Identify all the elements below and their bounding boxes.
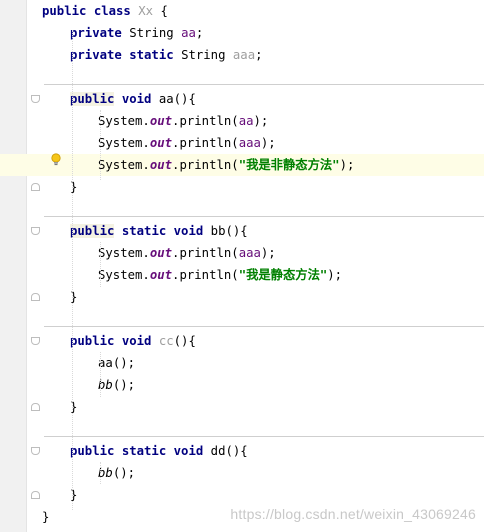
code-token: } bbox=[42, 510, 50, 524]
code-line[interactable]: } bbox=[26, 176, 484, 198]
code-token: .println( bbox=[172, 158, 239, 172]
code-token: public bbox=[70, 224, 115, 238]
code-token: String bbox=[181, 48, 233, 62]
editor-gutter bbox=[0, 0, 27, 532]
code-line[interactable]: public void aa(){ bbox=[26, 88, 484, 110]
method-separator bbox=[44, 84, 484, 85]
fold-end-icon[interactable] bbox=[31, 491, 40, 499]
code-token: dd bbox=[210, 444, 226, 458]
code-token: .println( bbox=[172, 136, 239, 150]
method-separator bbox=[44, 436, 484, 437]
code-token: .println( bbox=[172, 114, 239, 128]
code-token: ); bbox=[260, 246, 276, 260]
code-token: aa bbox=[238, 114, 254, 128]
code-token: private bbox=[70, 26, 130, 40]
code-token: out bbox=[149, 136, 173, 150]
indent-guide bbox=[72, 30, 73, 510]
code-editor[interactable]: public class Xx {private String aa; priva… bbox=[0, 0, 484, 532]
code-token: Xx bbox=[138, 4, 154, 18]
code-token: out bbox=[149, 114, 173, 128]
code-token: ); bbox=[327, 268, 343, 282]
code-token: { bbox=[153, 4, 168, 18]
code-token: .println( bbox=[172, 268, 239, 282]
code-token: out bbox=[149, 246, 173, 260]
code-token: public class bbox=[42, 4, 139, 18]
code-line[interactable]: System.out.println("我是静态方法"); bbox=[26, 264, 484, 286]
code-token: (); bbox=[112, 466, 136, 480]
watermark-url: https://blog.csdn.net/weixin_43069246 bbox=[230, 506, 476, 522]
code-token: aaa bbox=[238, 246, 261, 260]
code-token: static void bbox=[114, 224, 211, 238]
code-token: bb bbox=[210, 224, 226, 238]
code-token: out bbox=[149, 158, 173, 172]
code-token: "我是静态方法" bbox=[238, 268, 328, 282]
code-token: aaa bbox=[232, 48, 256, 62]
code-token: public bbox=[70, 92, 115, 106]
code-token: String bbox=[129, 26, 182, 40]
fold-collapse-icon[interactable] bbox=[31, 337, 40, 345]
lightbulb-icon[interactable] bbox=[50, 153, 62, 166]
fold-end-icon[interactable] bbox=[31, 403, 40, 411]
fold-collapse-icon[interactable] bbox=[31, 447, 40, 455]
code-token: (); bbox=[112, 378, 136, 392]
code-token: (); bbox=[112, 356, 136, 370]
code-token: (){ bbox=[225, 444, 248, 458]
method-separator bbox=[44, 326, 484, 327]
code-token: public void bbox=[70, 334, 159, 348]
code-token: out bbox=[149, 268, 173, 282]
code-token: (){ bbox=[225, 224, 248, 238]
code-line[interactable]: System.out.println(aaa); bbox=[26, 132, 484, 154]
code-token: cc bbox=[158, 334, 174, 348]
code-line[interactable]: System.out.println(aaa); bbox=[26, 242, 484, 264]
code-line[interactable]: public class Xx { bbox=[26, 0, 484, 22]
code-token: System. bbox=[98, 246, 150, 260]
code-token: private static bbox=[70, 48, 182, 62]
code-line[interactable]: } bbox=[26, 396, 484, 418]
code-line[interactable]: public static void bb(){ bbox=[26, 220, 484, 242]
indent-guide bbox=[100, 352, 101, 397]
code-line[interactable]: } bbox=[26, 286, 484, 308]
code-line[interactable]: public void cc(){ bbox=[26, 330, 484, 352]
code-line[interactable]: bb(); bbox=[26, 462, 484, 484]
code-token: ); bbox=[260, 136, 276, 150]
code-token: "我是非静态方法" bbox=[238, 158, 340, 172]
code-token: (){ bbox=[173, 334, 196, 348]
code-line[interactable]: bb(); bbox=[26, 374, 484, 396]
fold-collapse-icon[interactable] bbox=[31, 95, 40, 103]
code-line[interactable]: private static String aaa; bbox=[26, 44, 484, 66]
code-line[interactable]: aa(); bbox=[26, 352, 484, 374]
code-line[interactable]: private String aa; bbox=[26, 22, 484, 44]
code-token: .println( bbox=[172, 246, 239, 260]
code-token: ); bbox=[253, 114, 269, 128]
code-token: ); bbox=[339, 158, 355, 172]
code-line[interactable]: } bbox=[26, 484, 484, 506]
code-token: public static void bbox=[70, 444, 211, 458]
code-token: System. bbox=[98, 158, 150, 172]
code-token: ; bbox=[255, 48, 263, 62]
indent-guide bbox=[100, 462, 101, 484]
fold-end-icon[interactable] bbox=[31, 183, 40, 191]
indent-guide bbox=[100, 110, 101, 180]
code-token: System. bbox=[98, 268, 150, 282]
code-token: (){ bbox=[173, 92, 196, 106]
fold-collapse-icon[interactable] bbox=[31, 227, 40, 235]
code-token: void bbox=[114, 92, 159, 106]
code-line[interactable]: public static void dd(){ bbox=[26, 440, 484, 462]
fold-end-icon[interactable] bbox=[31, 293, 40, 301]
code-token: System. bbox=[98, 114, 150, 128]
code-token: aa bbox=[181, 26, 196, 40]
method-separator bbox=[44, 216, 484, 217]
code-token: System. bbox=[98, 136, 150, 150]
code-token: ; bbox=[195, 26, 204, 40]
code-token: aaa bbox=[238, 136, 261, 150]
indent-guide bbox=[100, 242, 101, 287]
code-line[interactable]: System.out.println(aa); bbox=[26, 110, 484, 132]
code-token: aa bbox=[158, 92, 174, 106]
